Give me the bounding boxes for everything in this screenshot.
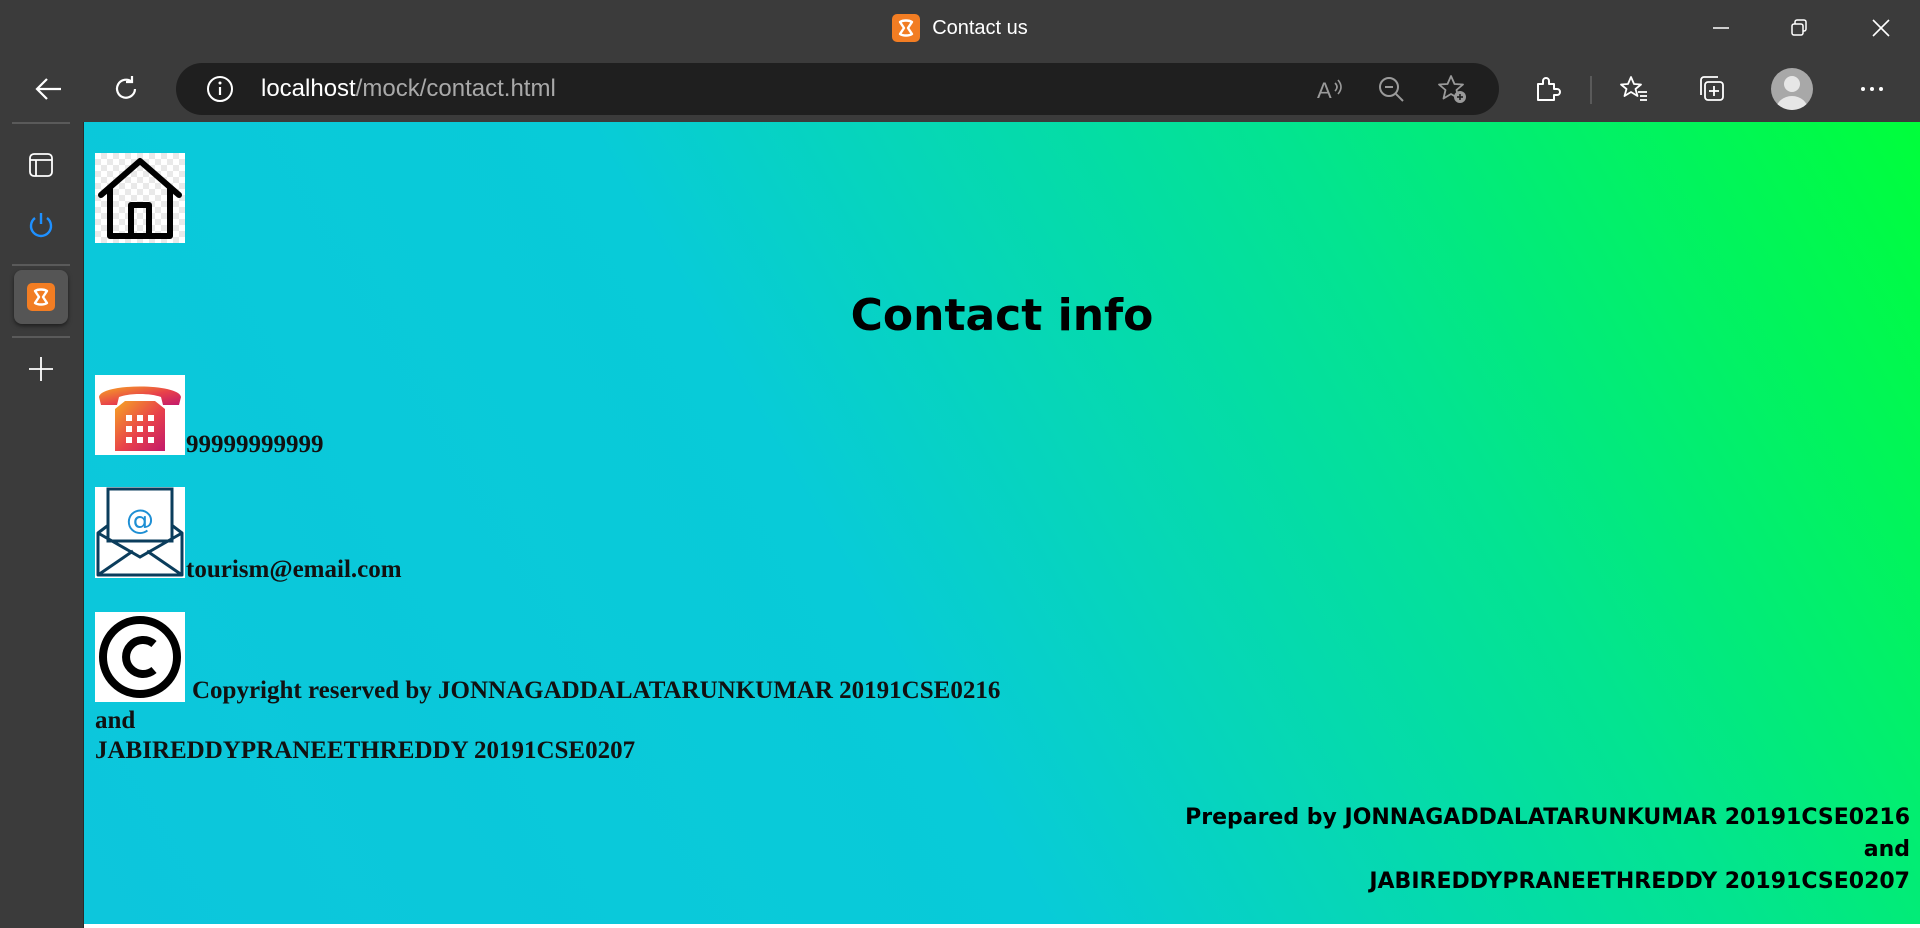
close-icon bbox=[1872, 19, 1890, 37]
vertical-tabs-sidebar bbox=[0, 122, 84, 928]
zoom-out-button[interactable] bbox=[1373, 71, 1409, 107]
url-path: /mock/contact.html bbox=[355, 75, 556, 102]
sidebar-divider bbox=[12, 264, 70, 266]
site-info-button[interactable] bbox=[202, 71, 238, 107]
xampp-tab-icon bbox=[27, 283, 55, 311]
phone-number: 99999999999 bbox=[186, 431, 324, 458]
home-icon bbox=[98, 158, 182, 239]
tab-actions-icon bbox=[29, 153, 53, 177]
telephone-icon bbox=[99, 386, 181, 451]
svg-text:@: @ bbox=[126, 503, 154, 536]
site-info-icon bbox=[207, 76, 233, 102]
envelope-icon: @ bbox=[96, 487, 184, 577]
page-title: Contact info bbox=[850, 290, 1154, 341]
refresh-button[interactable] bbox=[102, 65, 150, 113]
collections-icon bbox=[1700, 76, 1724, 101]
tab-actions-button[interactable] bbox=[14, 138, 68, 192]
prepared-line-2: JABIREDDYPRANEETHREDDY 20191CSE0207 bbox=[1369, 869, 1910, 894]
email-address[interactable]: tourism@email.com bbox=[186, 556, 402, 584]
restore-icon bbox=[1791, 19, 1807, 36]
refresh-icon bbox=[115, 76, 137, 99]
xampp-icon bbox=[892, 14, 921, 42]
page-bottom-edge bbox=[84, 924, 1920, 928]
sidebar-divider-bottom bbox=[12, 336, 70, 338]
zoom-out-icon bbox=[1379, 77, 1404, 102]
add-favorite-icon bbox=[1438, 75, 1466, 103]
favorites-button[interactable] bbox=[1610, 65, 1658, 113]
page-content: Contact info 99999999999 @ tourism@email… bbox=[84, 122, 1920, 928]
more-button[interactable] bbox=[1848, 65, 1896, 113]
prepared-by: Prepared by JONNAGADDALATARUNKUMAR 20191… bbox=[1185, 802, 1910, 898]
copyright-line: Copyright reserved by JONNAGADDALATARUNK… bbox=[192, 677, 1001, 704]
more-icon bbox=[1861, 87, 1883, 91]
address-bar[interactable]: localhost/mock/contact.html A bbox=[176, 63, 1499, 115]
copyright-line-2: JABIREDDYPRANEETHREDDY 20191CSE0207 bbox=[95, 737, 636, 764]
add-icon bbox=[29, 357, 53, 381]
close-button[interactable] bbox=[1843, 0, 1919, 56]
copyright-notice: Copyright reserved by JONNAGADDALATARUNK… bbox=[95, 676, 1000, 766]
person-icon bbox=[1776, 76, 1808, 110]
email-image: @ bbox=[95, 487, 185, 578]
sidebar-tab-contact-us[interactable] bbox=[14, 270, 68, 324]
prepared-and: and bbox=[1863, 837, 1910, 862]
home-link[interactable] bbox=[95, 153, 185, 243]
minimize-icon bbox=[1713, 27, 1729, 29]
toolbar-separator bbox=[1590, 76, 1592, 104]
back-button[interactable] bbox=[24, 65, 72, 113]
back-icon bbox=[35, 78, 61, 100]
new-tab-button[interactable] bbox=[14, 342, 68, 396]
power-icon bbox=[29, 213, 53, 238]
favorites-icon bbox=[1620, 76, 1647, 101]
restore-button[interactable] bbox=[1761, 0, 1837, 56]
sidebar-divider-top bbox=[12, 122, 70, 124]
window-title-group: Contact us bbox=[0, 0, 1920, 56]
title-bar: Contact us bbox=[0, 0, 1920, 56]
profile-avatar[interactable] bbox=[1771, 68, 1813, 110]
phone-image bbox=[95, 375, 185, 455]
extensions-icon bbox=[1537, 77, 1561, 101]
url-host: localhost bbox=[261, 75, 356, 102]
add-favorite-button[interactable] bbox=[1434, 71, 1470, 107]
window-title: Contact us bbox=[932, 16, 1028, 39]
minimize-button[interactable] bbox=[1683, 0, 1759, 56]
collections-button[interactable] bbox=[1688, 65, 1736, 113]
read-aloud-button[interactable]: A bbox=[1312, 71, 1348, 107]
copyright-and: and bbox=[95, 707, 136, 734]
url-text: localhost/mock/contact.html bbox=[261, 75, 556, 103]
browser-toolbar: localhost/mock/contact.html A bbox=[0, 56, 1920, 122]
read-aloud-icon: A bbox=[1317, 78, 1342, 103]
extensions-button[interactable] bbox=[1524, 65, 1572, 113]
prepared-line: Prepared by JONNAGADDALATARUNKUMAR 20191… bbox=[1185, 805, 1910, 830]
power-button[interactable] bbox=[14, 198, 68, 252]
svg-text:A: A bbox=[1317, 78, 1332, 103]
